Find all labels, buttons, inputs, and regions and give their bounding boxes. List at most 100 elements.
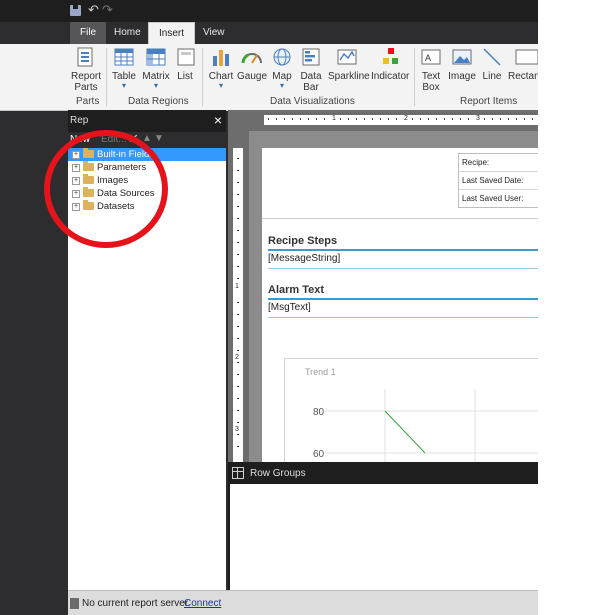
save-icon[interactable] bbox=[70, 5, 81, 16]
line-icon bbox=[483, 48, 501, 66]
group-separator bbox=[202, 48, 203, 106]
last-saved-date-label: Last Saved Date: bbox=[459, 172, 538, 190]
connect-link[interactable]: Connect bbox=[184, 598, 221, 609]
table-button[interactable]: Table ▾ bbox=[110, 46, 138, 90]
close-icon[interactable]: × bbox=[214, 112, 222, 128]
table-icon bbox=[114, 48, 134, 66]
report-parts-label: Report Parts bbox=[70, 71, 101, 93]
report-builder-window: ↶ ↷ File Home Insert View Report Parts P… bbox=[0, 0, 538, 615]
ruler-mark: 3 bbox=[235, 426, 239, 433]
report-page[interactable]: Recipe: Last Saved Date: Last Saved User… bbox=[262, 148, 538, 462]
report-parts-button[interactable]: Report Parts bbox=[70, 46, 102, 93]
recipe-steps-divider bbox=[268, 249, 538, 251]
svg-text:A: A bbox=[425, 53, 431, 63]
matrix-button[interactable]: Matrix ▾ bbox=[140, 46, 172, 90]
tab-view[interactable]: View bbox=[193, 22, 235, 44]
group-data-regions-label: Data Regions bbox=[128, 96, 189, 107]
chart-icon bbox=[213, 50, 229, 66]
y-tick-label: 60 bbox=[313, 449, 325, 460]
alarm-text-title[interactable]: Alarm Text bbox=[268, 284, 324, 296]
list-button[interactable]: List bbox=[174, 46, 196, 82]
data-bar-label: Data Bar bbox=[300, 71, 322, 93]
line-button[interactable]: Line bbox=[480, 46, 504, 82]
y-tick-label: 80 bbox=[313, 407, 325, 418]
table-dropdown-icon: ▾ bbox=[121, 81, 126, 90]
report-data-header: Rep × bbox=[68, 110, 226, 132]
alarm-text-field[interactable]: [MsgText] bbox=[268, 302, 311, 313]
chart-dropdown-icon: ▾ bbox=[218, 81, 223, 90]
recipe-steps-field[interactable]: [MessageString] bbox=[268, 253, 340, 264]
last-saved-user-label: Last Saved User: bbox=[462, 194, 524, 203]
data-bar-icon bbox=[302, 48, 320, 66]
ruler-ticks bbox=[268, 118, 533, 120]
series-line bbox=[384, 410, 426, 454]
undo-icon[interactable]: ↶ bbox=[88, 3, 99, 17]
horizontal-ruler: 1 2 3 bbox=[264, 115, 538, 125]
tab-home[interactable]: Home bbox=[104, 22, 151, 44]
data-bar-button[interactable]: Data Bar bbox=[298, 46, 324, 93]
gauge-label: Gauge bbox=[237, 71, 268, 82]
alarm-text-divider bbox=[268, 298, 538, 300]
recipe-label: Recipe: bbox=[459, 154, 538, 172]
image-icon bbox=[452, 49, 472, 65]
text-box-button[interactable]: A Text Box bbox=[418, 46, 444, 93]
status-text: No current report server. bbox=[82, 598, 191, 609]
group-data-visualizations-label: Data Visualizations bbox=[270, 96, 355, 107]
ruler-mark: 1 bbox=[235, 283, 239, 290]
image-label: Image bbox=[448, 71, 476, 82]
redo-icon[interactable]: ↷ bbox=[102, 3, 113, 17]
alarm-text-bottom-line bbox=[268, 317, 538, 318]
image-button[interactable]: Image bbox=[448, 46, 476, 82]
sparkline-icon bbox=[337, 49, 357, 65]
chart-button[interactable]: Chart ▾ bbox=[206, 46, 236, 90]
matrix-dropdown-icon: ▾ bbox=[153, 81, 158, 90]
group-separator bbox=[106, 48, 107, 106]
list-icon bbox=[177, 48, 195, 66]
status-bar: No current report server. Connect bbox=[68, 590, 538, 615]
tab-file[interactable]: File bbox=[70, 22, 107, 44]
trend-chart[interactable]: Trend 1 80 60 bbox=[284, 358, 538, 462]
indicator-button[interactable]: Indicator bbox=[371, 46, 409, 82]
vertical-ruler: 1 2 3 bbox=[233, 148, 243, 462]
matrix-icon bbox=[146, 48, 166, 66]
server-icon bbox=[70, 598, 79, 609]
chart-title: Trend 1 bbox=[305, 367, 336, 377]
indicator-icon bbox=[383, 48, 398, 64]
row-groups-header: Row Groups bbox=[228, 462, 538, 484]
group-parts-label: Parts bbox=[76, 96, 100, 107]
map-button[interactable]: Map ▾ bbox=[270, 46, 294, 90]
recipe-steps-title[interactable]: Recipe Steps bbox=[268, 235, 337, 247]
header-info-table[interactable]: Recipe: Last Saved Date: Last Saved User… bbox=[458, 153, 538, 208]
tab-insert[interactable]: Insert bbox=[148, 22, 196, 44]
report-parts-icon bbox=[77, 47, 93, 67]
sparkline-label: Sparkline bbox=[328, 71, 370, 82]
trend-chart-plot: Trend 1 80 60 bbox=[305, 367, 538, 462]
text-box-icon: A bbox=[421, 49, 441, 65]
report-data-title: Rep bbox=[70, 115, 89, 126]
ruler-mark: 2 bbox=[235, 354, 239, 361]
list-label: List bbox=[177, 71, 193, 82]
indicator-label: Indicator bbox=[371, 71, 410, 82]
map-dropdown-icon: ▾ bbox=[279, 81, 284, 90]
gauge-icon bbox=[241, 53, 262, 64]
gauge-button[interactable]: Gauge bbox=[237, 46, 267, 82]
design-surface[interactable]: 1 2 3 1 2 3 Recipe: Last Saved Date: Las… bbox=[228, 110, 538, 462]
move-down-icon[interactable]: ▼ bbox=[154, 133, 164, 144]
ribbon: Report Parts Parts Table ▾ Matrix ▾ List… bbox=[0, 44, 538, 111]
title-bar: ↶ ↷ bbox=[0, 0, 538, 22]
ruler-mark: 1 bbox=[332, 115, 336, 122]
annotation-circle bbox=[44, 130, 168, 248]
row-groups-label: Row Groups bbox=[250, 468, 306, 479]
map-icon bbox=[273, 48, 291, 66]
sparkline-button[interactable]: Sparkline bbox=[328, 46, 370, 82]
rectangle-button[interactable]: Rectanc bbox=[508, 46, 538, 82]
ruler-ticks bbox=[237, 158, 239, 447]
ribbon-tabs: File Home Insert View bbox=[0, 22, 538, 44]
rectangle-label: Rectanc bbox=[508, 71, 538, 82]
text-box-label: Text Box bbox=[421, 71, 441, 93]
group-separator bbox=[414, 48, 415, 106]
group-report-items-label: Report Items bbox=[460, 96, 518, 107]
row-groups-pane[interactable] bbox=[228, 484, 538, 590]
grouping-icon bbox=[232, 467, 244, 479]
line-label: Line bbox=[482, 71, 502, 82]
